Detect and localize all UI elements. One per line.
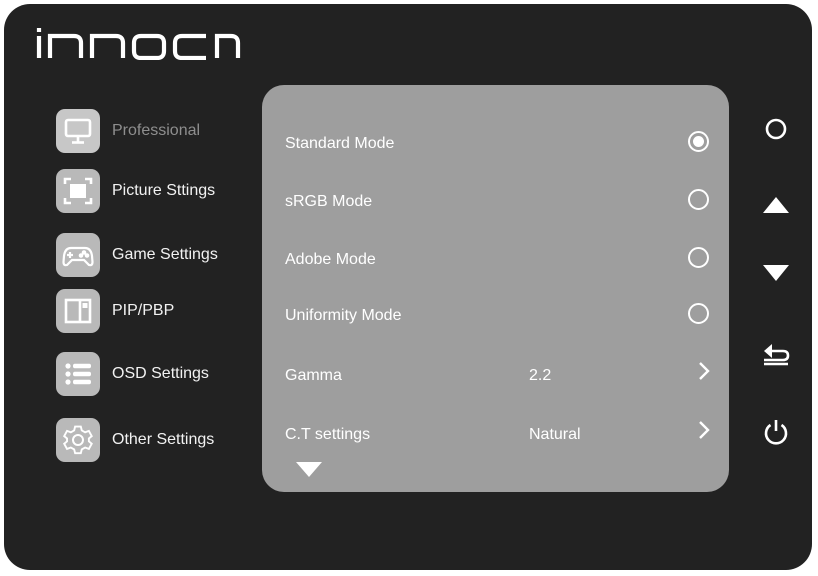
gear-icon: [56, 418, 100, 462]
radio-icon[interactable]: [688, 189, 709, 210]
chevron-right-icon[interactable]: [696, 419, 712, 441]
power-icon: [764, 420, 788, 445]
gamma-value: 2.2: [529, 367, 552, 384]
sidebar-item-label: PIP/PBP: [112, 302, 175, 319]
option-label: Adobe Mode: [285, 251, 376, 268]
sidebar-item-picture-settings[interactable]: Picture Sttings: [56, 168, 256, 214]
sidebar-item-label: Game Settings: [112, 246, 218, 263]
monitor-icon: [56, 109, 100, 153]
radio-selected-icon[interactable]: [688, 131, 709, 152]
sidebar-item-label: Picture Sttings: [112, 182, 216, 199]
triangle-down-icon: [763, 265, 789, 281]
radio-icon[interactable]: [688, 303, 709, 324]
option-label: C.T settings: [285, 426, 371, 443]
option-standard-mode[interactable]: Standard Mode: [262, 127, 729, 161]
option-ct-settings[interactable]: C.T settings Natural: [262, 418, 729, 452]
pip-icon: [56, 289, 100, 333]
option-gamma[interactable]: Gamma 2.2: [262, 359, 729, 393]
option-label: sRGB Mode: [285, 193, 373, 210]
triangle-up-icon: [763, 197, 789, 213]
settings-panel: Standard Mode sRGB Mode Adobe Mode Unifo…: [262, 85, 729, 492]
sidebar-item-label: OSD Settings: [112, 365, 209, 382]
sidebar-item-pip-pbp[interactable]: PIP/PBP: [56, 288, 256, 334]
ok-button[interactable]: [759, 112, 793, 146]
option-uniformity-mode[interactable]: Uniformity Mode: [262, 299, 729, 333]
sidebar-item-label: Professional: [112, 122, 201, 139]
gamepad-icon: [56, 233, 100, 277]
chevron-down-icon[interactable]: [296, 462, 322, 478]
option-label: Gamma: [285, 367, 342, 384]
innocn-logo: [36, 28, 241, 60]
option-label: Uniformity Mode: [285, 307, 402, 324]
list-icon: [56, 352, 100, 396]
sidebar-item-label: Other Settings: [112, 431, 215, 448]
return-arrow-icon: [764, 344, 790, 366]
option-adobe-mode[interactable]: Adobe Mode: [262, 243, 729, 277]
radio-icon[interactable]: [688, 247, 709, 268]
osd-frame: Professional Picture Sttings Game Settin…: [4, 4, 812, 570]
up-button[interactable]: [759, 187, 793, 221]
option-label: Standard Mode: [285, 135, 395, 152]
down-button[interactable]: [759, 256, 793, 290]
power-button[interactable]: [759, 414, 793, 448]
sidebar-item-other-settings[interactable]: Other Settings: [56, 417, 256, 463]
sidebar-item-professional[interactable]: Professional: [56, 108, 256, 154]
back-button[interactable]: [759, 337, 793, 371]
option-srgb-mode[interactable]: sRGB Mode: [262, 185, 729, 219]
sidebar-item-osd-settings[interactable]: OSD Settings: [56, 351, 256, 397]
chevron-right-icon[interactable]: [696, 360, 712, 382]
picture-frame-icon: [56, 169, 100, 213]
ct-value: Natural: [529, 426, 581, 443]
sidebar-item-game-settings[interactable]: Game Settings: [56, 232, 256, 278]
circle-icon: [765, 118, 787, 140]
